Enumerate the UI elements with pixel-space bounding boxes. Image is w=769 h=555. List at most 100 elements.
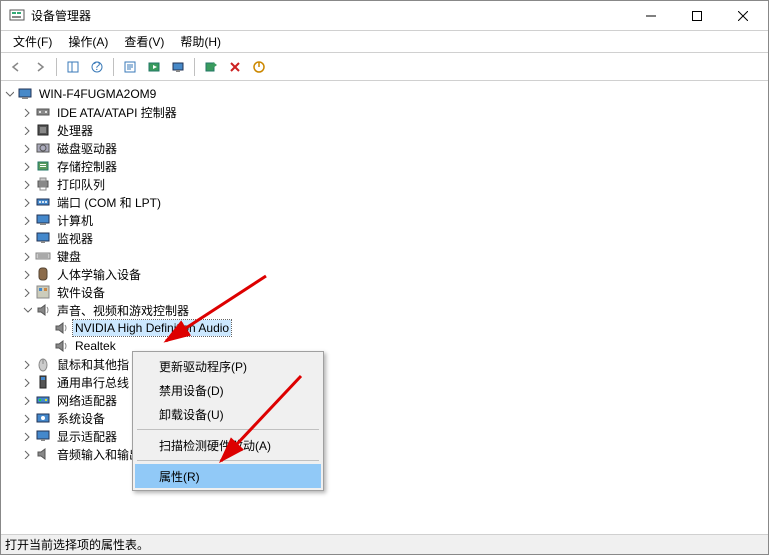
tree-category[interactable]: 计算机 — [3, 211, 766, 229]
toolbar: ? — [1, 53, 768, 81]
tree-category[interactable]: 存储控制器 — [3, 157, 766, 175]
tree-label: 监视器 — [55, 229, 95, 248]
device-computer-icon[interactable] — [167, 56, 189, 78]
expand-icon[interactable] — [21, 286, 33, 298]
keyboard-icon — [35, 248, 51, 264]
tree-category[interactable]: 打印队列 — [3, 175, 766, 193]
minimize-button[interactable] — [628, 1, 674, 31]
expand-icon[interactable] — [21, 250, 33, 262]
cpu-icon — [35, 122, 51, 138]
help-button[interactable]: ? — [86, 56, 108, 78]
tree-label: 声音、视频和游戏控制器 — [55, 301, 191, 320]
cm-separator — [137, 429, 319, 430]
expand-icon[interactable] — [21, 448, 33, 460]
cm-update-driver[interactable]: 更新驱动程序(P) — [135, 354, 321, 378]
monitor-icon — [35, 230, 51, 246]
scan-hardware-button[interactable] — [200, 56, 222, 78]
cm-uninstall[interactable]: 卸载设备(U) — [135, 402, 321, 426]
tree-label: 人体学输入设备 — [55, 265, 143, 284]
printer-icon — [35, 176, 51, 192]
menubar: 文件(F) 操作(A) 查看(V) 帮助(H) — [1, 31, 768, 53]
tree-category[interactable]: 磁盘驱动器 — [3, 139, 766, 157]
tree-device[interactable]: NVIDIA High Definition Audio — [3, 319, 766, 337]
computer-icon — [35, 212, 51, 228]
collapse-icon[interactable] — [21, 304, 33, 316]
expand-icon[interactable] — [21, 358, 33, 370]
tree-label: 鼠标和其他指 — [55, 355, 131, 374]
tree-category[interactable]: 系统设备 — [3, 409, 766, 427]
device-tree[interactable]: WIN-F4FUGMA2OM9 IDE ATA/ATAPI 控制器处理器磁盘驱动… — [1, 81, 768, 541]
tree-label: 存储控制器 — [55, 157, 119, 176]
expand-icon[interactable] — [21, 412, 33, 424]
tree-label: 软件设备 — [55, 283, 107, 302]
expand-icon[interactable] — [21, 214, 33, 226]
tree-category[interactable]: 网络适配器 — [3, 391, 766, 409]
tree-category[interactable]: 人体学输入设备 — [3, 265, 766, 283]
expand-icon[interactable] — [21, 430, 33, 442]
expand-icon[interactable] — [21, 160, 33, 172]
tree-category[interactable]: 监视器 — [3, 229, 766, 247]
tool-button-2[interactable] — [143, 56, 165, 78]
close-button[interactable] — [720, 1, 766, 31]
tree-label: 显示适配器 — [55, 427, 119, 446]
tree-category[interactable]: 鼠标和其他指 — [3, 355, 766, 373]
menu-file[interactable]: 文件(F) — [5, 31, 60, 52]
tree-root[interactable]: WIN-F4FUGMA2OM9 — [3, 85, 766, 103]
tree-label: 网络适配器 — [55, 391, 119, 410]
expand-icon[interactable] — [21, 178, 33, 190]
tree-label: 计算机 — [55, 211, 95, 230]
tree-category[interactable]: IDE ATA/ATAPI 控制器 — [3, 103, 766, 121]
tree-label: 端口 (COM 和 LPT) — [55, 193, 163, 212]
storage-icon — [35, 158, 51, 174]
system-icon — [35, 410, 51, 426]
usb-icon — [35, 374, 51, 390]
cm-disable[interactable]: 禁用设备(D) — [135, 378, 321, 402]
tree-label: 音频输入和输出 — [55, 445, 143, 464]
context-menu: 更新驱动程序(P) 禁用设备(D) 卸载设备(U) 扫描检测硬件改动(A) 属性… — [132, 351, 324, 491]
cm-properties[interactable]: 属性(R) — [135, 464, 321, 488]
collapse-icon[interactable] — [3, 88, 15, 100]
expand-icon[interactable] — [21, 394, 33, 406]
tree-category[interactable]: 软件设备 — [3, 283, 766, 301]
tree-label: IDE ATA/ATAPI 控制器 — [55, 103, 179, 122]
properties-button[interactable] — [119, 56, 141, 78]
tree-label: 处理器 — [55, 121, 95, 140]
software-icon — [35, 284, 51, 300]
menu-help[interactable]: 帮助(H) — [172, 31, 229, 52]
expand-icon[interactable] — [21, 142, 33, 154]
uninstall-button[interactable] — [224, 56, 246, 78]
cm-scan-hardware[interactable]: 扫描检测硬件改动(A) — [135, 433, 321, 457]
tree-category[interactable]: 通用串行总线 — [3, 373, 766, 391]
maximize-button[interactable] — [674, 1, 720, 31]
sound-icon — [35, 302, 51, 318]
menu-action[interactable]: 操作(A) — [60, 31, 116, 52]
tree-category[interactable]: 音频输入和输出 — [3, 445, 766, 463]
forward-button[interactable] — [29, 56, 51, 78]
mouse-icon — [35, 356, 51, 372]
tree-category[interactable]: 键盘 — [3, 247, 766, 265]
tree-category[interactable]: 端口 (COM 和 LPT) — [3, 193, 766, 211]
window-title: 设备管理器 — [31, 7, 628, 24]
sound-icon — [53, 338, 69, 354]
menu-view[interactable]: 查看(V) — [116, 31, 172, 52]
expand-icon[interactable] — [21, 376, 33, 388]
expand-icon[interactable] — [21, 106, 33, 118]
tree-device[interactable]: Realtek — [3, 337, 766, 355]
app-icon — [9, 8, 25, 24]
expand-icon[interactable] — [21, 268, 33, 280]
tree-label: 打印队列 — [55, 175, 107, 194]
expand-icon[interactable] — [21, 196, 33, 208]
expand-icon[interactable] — [21, 232, 33, 244]
hid-icon — [35, 266, 51, 282]
network-icon — [35, 392, 51, 408]
back-button[interactable] — [5, 56, 27, 78]
tree-label: 键盘 — [55, 247, 83, 266]
ide-icon — [35, 104, 51, 120]
show-hide-button[interactable] — [62, 56, 84, 78]
tree-category[interactable]: 显示适配器 — [3, 427, 766, 445]
expand-icon[interactable] — [21, 124, 33, 136]
disable-button[interactable] — [248, 56, 270, 78]
tree-category-sound[interactable]: 声音、视频和游戏控制器 — [3, 301, 766, 319]
display-icon — [35, 428, 51, 444]
tree-category[interactable]: 处理器 — [3, 121, 766, 139]
